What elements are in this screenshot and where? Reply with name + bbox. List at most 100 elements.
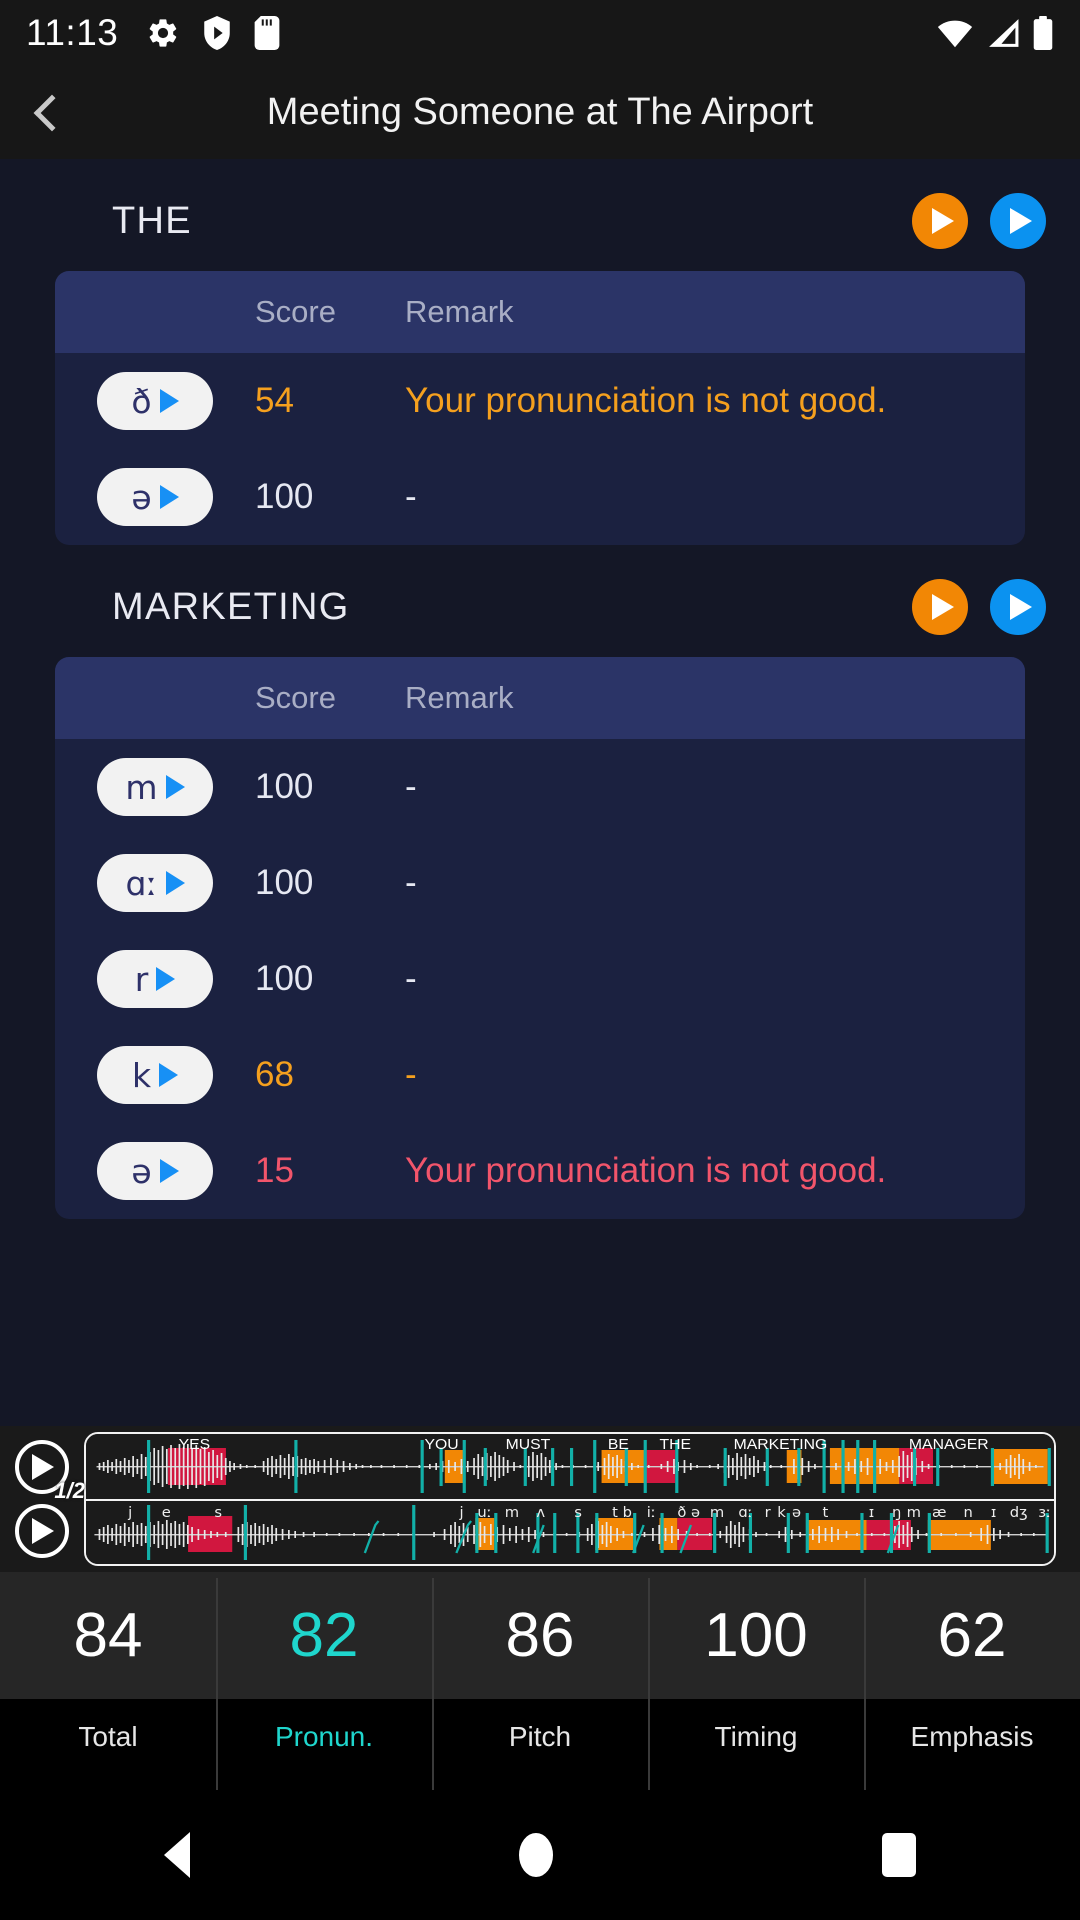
- play-user-button[interactable]: [990, 193, 1046, 249]
- status-notification-icons: [146, 16, 280, 50]
- waveform-phoneme-label: e: [162, 1505, 171, 1521]
- page-title: Meeting Someone at The Airport: [266, 91, 814, 133]
- ipa-cell: ð: [55, 372, 255, 430]
- table-header-remark: Remark: [405, 294, 514, 329]
- remark-cell: -: [405, 1054, 417, 1094]
- waveform-phoneme-label: t: [823, 1505, 829, 1521]
- score-value: 84: [73, 1601, 143, 1670]
- reference-waveform-row[interactable]: YES YOU MUST BE THE MARKETING MANAGER: [86, 1434, 1054, 1499]
- score-value-box: 100: [648, 1572, 864, 1699]
- play-icon: [159, 1159, 179, 1183]
- status-bar: 11:13: [0, 0, 1080, 66]
- results-scroll-area[interactable]: THE Score Remark ð 54 Your pronunciation…: [0, 159, 1080, 1426]
- score-value-box: 62: [864, 1572, 1080, 1699]
- speed-badge: 1/2: [54, 1478, 85, 1503]
- waveform-phoneme-label: m: [505, 1505, 519, 1521]
- score-cell: 100: [255, 863, 314, 902]
- play-icon: [156, 967, 176, 991]
- word-play-buttons: [912, 579, 1046, 635]
- reference-waveform: YES YOU MUST BE THE MARKETING MANAGER: [86, 1434, 1054, 1499]
- score-timing[interactable]: 100 Timing: [648, 1572, 864, 1790]
- nav-home-icon[interactable]: [518, 1833, 553, 1877]
- waveform-phoneme-label: ð: [677, 1505, 686, 1521]
- waveform-phoneme-label: b: [623, 1505, 632, 1521]
- waveform-phoneme-label: iː: [647, 1505, 656, 1521]
- waveform-phoneme-label: n: [964, 1505, 973, 1521]
- score-cell: 68: [255, 1055, 294, 1094]
- waveform-phoneme-label: r: [765, 1505, 771, 1521]
- table-row: r 100 -: [55, 931, 1025, 1027]
- score-value-box: 82: [216, 1572, 432, 1699]
- score-summary-bar: 84 Total 82 Pronun. 86 Pitch 100 Timing …: [0, 1572, 1080, 1790]
- ipa-play-pill[interactable]: ð: [97, 372, 213, 430]
- waveform-phoneme-label: ə: [792, 1505, 801, 1521]
- score-pronunciation[interactable]: 82 Pronun.: [216, 1572, 432, 1790]
- phone-screen: 11:13 Meeting Someone at The Airport THE: [0, 0, 1080, 1920]
- ipa-cell: m: [55, 758, 255, 816]
- score-pitch[interactable]: 86 Pitch: [432, 1572, 648, 1790]
- play-icon: [932, 208, 954, 234]
- ipa-cell: ɑː: [55, 854, 255, 912]
- score-label: Timing: [714, 1721, 798, 1752]
- android-navigation-bar: [0, 1790, 1080, 1920]
- ipa-play-pill[interactable]: m: [97, 758, 213, 816]
- play-reference-button[interactable]: [912, 579, 968, 635]
- play-icon: [932, 594, 954, 620]
- nav-recent-apps-icon[interactable]: [881, 1833, 916, 1877]
- wifi-icon: [937, 20, 973, 48]
- play-user-recording-button[interactable]: [15, 1504, 69, 1558]
- ipa-symbol: ɑː: [125, 863, 158, 903]
- waveform-phoneme-label: æ: [932, 1505, 946, 1521]
- score-value-box: 84: [0, 1572, 216, 1699]
- ipa-play-pill[interactable]: ɑː: [97, 854, 213, 912]
- battery-icon: [1033, 16, 1053, 50]
- score-label: Pronun.: [274, 1721, 374, 1752]
- back-button[interactable]: [0, 66, 96, 159]
- nav-back-icon[interactable]: [164, 1832, 191, 1878]
- play-reference-button[interactable]: [912, 193, 968, 249]
- sd-card-icon: [254, 16, 280, 50]
- phoneme-table: Score Remark m 100 - ɑː 100 - r 100 - k …: [55, 657, 1025, 1219]
- score-total[interactable]: 84 Total: [0, 1572, 216, 1790]
- score-cell: 100: [255, 959, 314, 998]
- score-value: 82: [289, 1601, 359, 1670]
- ipa-play-pill[interactable]: ə: [97, 468, 213, 526]
- ipa-symbol: ə: [131, 1151, 152, 1191]
- ipa-cell: ə: [55, 468, 255, 526]
- waveform-phoneme-label: uː: [477, 1505, 491, 1521]
- ipa-play-pill[interactable]: ə: [97, 1142, 213, 1200]
- waveform-panel[interactable]: YES YOU MUST BE THE MARKETING MANAGER j …: [84, 1432, 1056, 1566]
- shield-play-icon: [204, 16, 231, 50]
- score-value: 62: [937, 1601, 1007, 1670]
- waveform-phoneme-label: k: [777, 1505, 786, 1521]
- phoneme-table: Score Remark ð 54 Your pronunciation is …: [55, 271, 1025, 545]
- waveform-phoneme-label: m: [710, 1505, 724, 1521]
- remark-cell: -: [405, 862, 417, 902]
- ipa-play-pill[interactable]: r: [97, 950, 213, 1008]
- table-header-score: Score: [255, 680, 336, 715]
- waveform-phoneme-label: ɪ: [869, 1505, 874, 1521]
- word-title: MARKETING: [112, 585, 350, 628]
- waveform-word-label: YOU: [425, 1436, 459, 1453]
- score-emphasis[interactable]: 62 Emphasis: [864, 1572, 1080, 1790]
- play-icon: [32, 1454, 55, 1480]
- remark-cell: Your pronunciation is not good.: [405, 1150, 887, 1190]
- score-cell: 100: [255, 477, 314, 516]
- waveform-phoneme-label: ə: [691, 1505, 700, 1521]
- word-block-the: THE Score Remark ð 54 Your pronunciation…: [0, 159, 1080, 545]
- waveform-phoneme-label: s: [574, 1505, 582, 1521]
- waveform-phoneme-label: ʌ: [536, 1505, 545, 1521]
- table-row: ə 100 -: [55, 449, 1025, 545]
- score-label: Pitch: [508, 1721, 572, 1752]
- score-label: Emphasis: [910, 1721, 1034, 1752]
- user-waveform-row[interactable]: j e s j uː m ʌ s t b iː ð ə m ɑː r k ə t…: [86, 1499, 1054, 1564]
- waveform-phoneme-label: ɜː: [1038, 1505, 1051, 1521]
- ipa-symbol: k: [131, 1055, 152, 1095]
- play-reference-half-speed-button[interactable]: 1/2: [15, 1440, 85, 1503]
- play-icon: [1010, 594, 1032, 620]
- play-icon: [32, 1518, 55, 1544]
- ipa-play-pill[interactable]: k: [97, 1046, 213, 1104]
- play-user-button[interactable]: [990, 579, 1046, 635]
- gear-icon: [150, 19, 177, 47]
- waveform-phoneme-label: j: [458, 1505, 463, 1521]
